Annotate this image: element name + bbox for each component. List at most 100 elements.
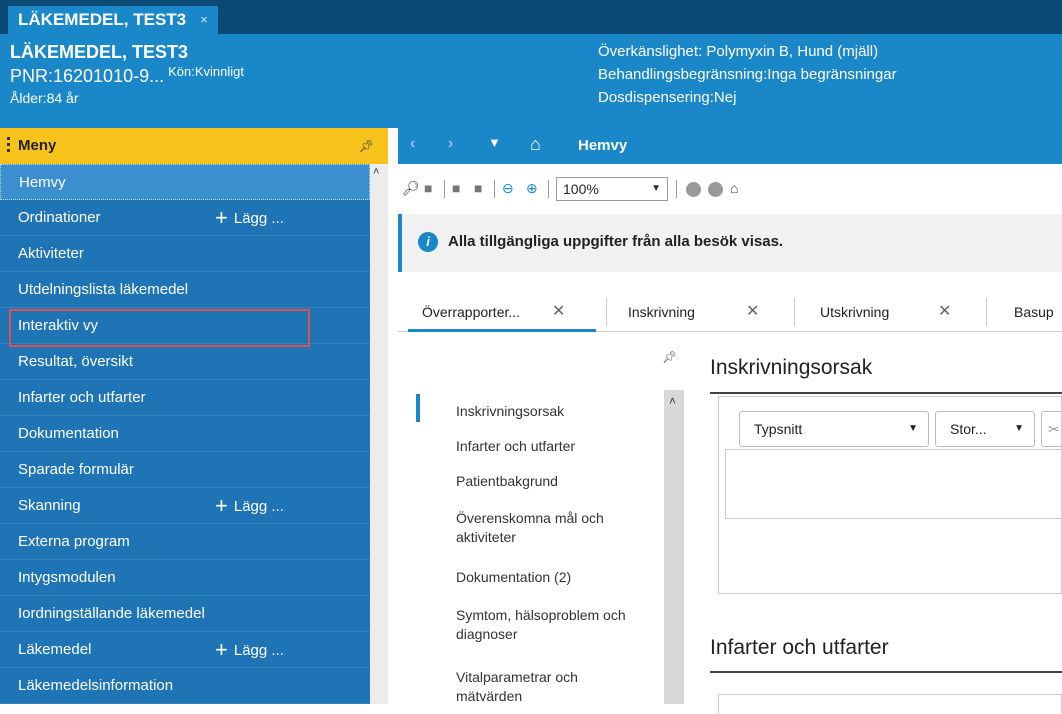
- font-family-select[interactable]: Typsnitt ▼: [739, 411, 929, 447]
- home-icon[interactable]: ⌂: [730, 180, 738, 196]
- chevron-up-icon[interactable]: ˄: [373, 166, 379, 178]
- section-link-patientbakgrund[interactable]: Patientbakgrund: [456, 472, 656, 491]
- zoom-select[interactable]: 100% ▼: [556, 177, 668, 201]
- highlight-box: [9, 309, 310, 347]
- font-select-value: Typsnitt: [754, 421, 803, 437]
- patient-age: Ålder:84 år: [10, 90, 79, 106]
- stop-icon[interactable]: [708, 182, 723, 197]
- text-edit-area[interactable]: [725, 449, 1062, 519]
- tab-basup[interactable]: Basup: [1014, 292, 1062, 332]
- sidebar-item-ordinationer[interactable]: Ordinationer + Lägg ...: [0, 200, 370, 236]
- back-arrow-icon[interactable]: ‹: [410, 135, 415, 153]
- pin-icon[interactable]: 📌︎: [359, 128, 374, 164]
- sidebar-item-aktiviteter[interactable]: Aktiviteter: [0, 236, 370, 272]
- section-navigation: 📌︎ Inskrivningsorsak Infarter och utfart…: [398, 338, 696, 704]
- info-text: Alla tillgängliga uppgifter från alla be…: [448, 233, 784, 250]
- home-icon[interactable]: ⌂: [530, 134, 541, 155]
- sidebar-item-iordningstallande[interactable]: Iordningställande läkemedel: [0, 596, 370, 632]
- section-scrollbar[interactable]: ˄: [664, 390, 684, 704]
- sidebar-item-label: Ordinationer: [18, 209, 101, 226]
- close-icon[interactable]: ✕: [746, 292, 759, 332]
- section-link-infarter[interactable]: Infarter och utfarter: [456, 437, 656, 456]
- sidebar-item-intygsmodulen[interactable]: Intygsmodulen: [0, 560, 370, 596]
- sidebar-item-label: Externa program: [18, 533, 130, 550]
- add-skanning-button[interactable]: + Lägg ...: [215, 488, 284, 525]
- allergy-text[interactable]: Överkänslighet: Polymyxin B, Hund (mjäll…: [598, 40, 897, 63]
- close-icon[interactable]: ✕: [552, 292, 565, 332]
- next-page-icon[interactable]: ■: [474, 180, 482, 196]
- active-section-indicator: [416, 394, 420, 422]
- sidebar-item-dokumentation[interactable]: Dokumentation: [0, 416, 370, 452]
- plus-icon: +: [215, 205, 228, 230]
- record-icon[interactable]: [686, 182, 701, 197]
- sidebar-item-label: Intygsmodulen: [18, 569, 116, 586]
- patient-name: LÄKEMEDEL, TEST3: [10, 42, 189, 62]
- view-title: Hemvy: [578, 137, 628, 154]
- patient-tab[interactable]: LÄKEMEDEL, TEST3 ×: [8, 6, 218, 34]
- tab-utskrivning[interactable]: Utskrivning ✕: [820, 292, 980, 332]
- chevron-down-icon: ▼: [908, 423, 918, 434]
- chevron-down-icon[interactable]: ▼: [488, 135, 501, 150]
- tab-divider: [606, 298, 607, 326]
- toolbar-divider: [444, 180, 445, 198]
- sidebar-item-label: Skanning: [18, 497, 81, 514]
- pin-icon[interactable]: 📌︎: [662, 350, 677, 364]
- sidebar-item-label: Läkemedel: [18, 641, 92, 658]
- tab-overrapportering[interactable]: Överrapporter... ✕: [422, 292, 602, 332]
- document-tabs: Överrapporter... ✕ Inskrivning ✕ Utskriv…: [398, 292, 1062, 332]
- add-label: Lägg ...: [233, 498, 284, 515]
- add-label: Lägg ...: [233, 210, 284, 227]
- page-icon[interactable]: ■: [424, 180, 432, 196]
- sidebar-item-externa-program[interactable]: Externa program: [0, 524, 370, 560]
- menu-header: Meny 📌︎: [0, 128, 388, 164]
- zoom-value: 100%: [563, 181, 599, 197]
- patient-pnr-row: PNR:16201010-9... Kön:Kvinnligt: [10, 64, 244, 87]
- sidebar-item-skanning[interactable]: Skanning + Lägg ...: [0, 488, 370, 524]
- section-link-symtom[interactable]: Symtom, hälsoproblem och diagnoser: [456, 606, 646, 644]
- navigation-bar: ‹ › ▼ ⌂ Hemvy: [398, 128, 1062, 164]
- chevron-up-icon[interactable]: ˄: [669, 394, 676, 408]
- add-lakemedel-button[interactable]: + Lägg ...: [215, 632, 284, 669]
- sidebar-item-hemvy[interactable]: Hemvy: [0, 164, 370, 200]
- cut-button[interactable]: ✂: [1041, 411, 1062, 447]
- zoom-out-icon[interactable]: ⊖: [502, 180, 514, 197]
- sidebar-item-label: Dokumentation: [18, 425, 119, 442]
- section-title-inskrivningsorsak: Inskrivningsorsak: [710, 356, 873, 379]
- info-banner: i Alla tillgängliga uppgifter från alla …: [398, 214, 1062, 272]
- font-size-select[interactable]: Stor... ▼: [935, 411, 1035, 447]
- sidebar-item-resultat[interactable]: Resultat, översikt: [0, 344, 370, 380]
- sidebar-menu: Hemvy Ordinationer + Lägg ... Aktiviteter…: [0, 164, 370, 704]
- forward-arrow-icon[interactable]: ›: [448, 135, 453, 153]
- binoculars-icon[interactable]: 🔎︎: [402, 180, 420, 197]
- chevron-down-icon: ▼: [651, 183, 661, 194]
- section-link-inskrivningsorsak[interactable]: Inskrivningsorsak: [456, 402, 656, 421]
- close-icon[interactable]: ✕: [938, 292, 951, 332]
- add-ordination-button[interactable]: + Lägg ...: [215, 200, 284, 237]
- sidebar-item-label: Läkemedelsinformation: [18, 677, 174, 694]
- section-link-overenskomna-mal[interactable]: Överenskomna mål och aktiviteter: [456, 509, 646, 547]
- patient-alerts: Överkänslighet: Polymyxin B, Hund (mjäll…: [598, 40, 897, 109]
- prev-page-icon[interactable]: ■: [452, 180, 460, 196]
- close-icon[interactable]: ×: [200, 6, 208, 34]
- sidebar-item-utdelningslista[interactable]: Utdelningslista läkemedel: [0, 272, 370, 308]
- sidebar-scrollbar[interactable]: ˄: [370, 164, 388, 704]
- sidebar-item-infarter[interactable]: Infarter och utfarter: [0, 380, 370, 416]
- active-tab-indicator: [408, 329, 596, 332]
- tab-label: Basup: [1014, 304, 1054, 320]
- sidebar-item-sparade-formular[interactable]: Sparade formulär: [0, 452, 370, 488]
- toolbar-divider: [548, 180, 549, 198]
- zoom-in-icon[interactable]: ⊕: [526, 180, 538, 197]
- section-title-infarter: Infarter och utfarter: [710, 636, 889, 659]
- section-link-vitalparametrar[interactable]: Vitalparametrar och mätvärden: [456, 668, 646, 706]
- tab-label: Utskrivning: [820, 304, 890, 320]
- section-divider: [710, 392, 1062, 394]
- sidebar-item-lakemedel[interactable]: Läkemedel + Lägg ...: [0, 632, 370, 668]
- section-link-dokumentation[interactable]: Dokumentation (2): [456, 568, 656, 587]
- sidebar-item-lakemedelsinformation[interactable]: Läkemedelsinformation: [0, 668, 370, 704]
- sidebar-item-label: Resultat, översikt: [18, 353, 134, 370]
- patient-pnr: PNR:16201010-9...: [10, 66, 165, 86]
- tab-inskrivning[interactable]: Inskrivning ✕: [628, 292, 788, 332]
- document-content: Inskrivningsorsak Typsnitt ▼ Stor... ▼ ✂…: [696, 338, 1062, 714]
- drag-handle-icon[interactable]: [7, 137, 10, 155]
- sidebar-item-label: Aktiviteter: [18, 245, 84, 262]
